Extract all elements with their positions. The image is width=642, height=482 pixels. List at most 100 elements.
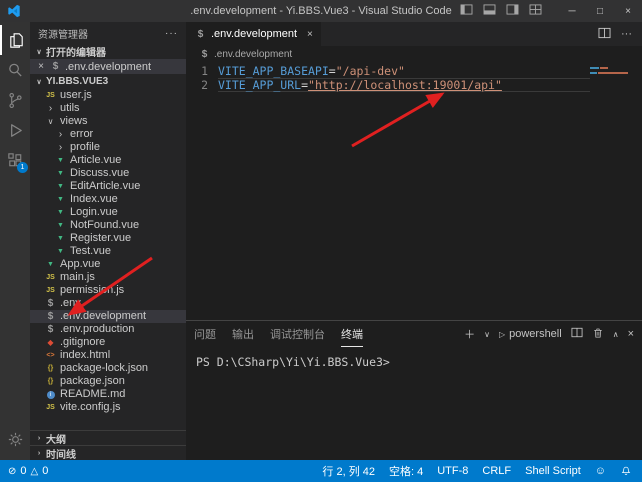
activity-extensions-button[interactable]: 1: [0, 145, 30, 175]
close-tab-icon[interactable]: ×: [307, 29, 313, 40]
language-mode[interactable]: Shell Script: [525, 465, 581, 477]
html-icon: [44, 349, 57, 362]
indentation[interactable]: 空格: 4: [389, 463, 423, 479]
toggle-panel-icon[interactable]: [483, 4, 496, 18]
folder-open-icon: [44, 115, 57, 128]
tree-item[interactable]: Test.vue: [30, 245, 186, 258]
json-icon: [44, 362, 57, 375]
feedback-smiley-icon[interactable]: ☺: [595, 465, 606, 477]
tree-item[interactable]: App.vue: [30, 258, 186, 271]
vue-icon: [44, 258, 57, 271]
js-icon: [44, 284, 57, 297]
toggle-secondary-sidebar-icon[interactable]: [506, 4, 519, 18]
open-editors-header[interactable]: ∨ 打开的编辑器: [30, 44, 186, 59]
tree-item[interactable]: permission.js: [30, 284, 186, 297]
vscode-window: .env.development - Yi.BBS.Vue3 - Visual …: [0, 0, 642, 482]
tree-item[interactable]: views: [30, 115, 186, 128]
tree-item[interactable]: user.js: [30, 89, 186, 102]
editor-area: .env.development × ··· .env.development …: [186, 22, 642, 460]
errors-count[interactable]: 0: [20, 465, 26, 477]
timeline-section[interactable]: › 时间线: [30, 445, 186, 460]
panel-tab[interactable]: 调试控制台: [270, 321, 325, 347]
tree-item[interactable]: package-lock.json: [30, 362, 186, 375]
open-editor-item[interactable]: × .env.development: [30, 59, 186, 74]
encoding[interactable]: UTF-8: [437, 465, 468, 477]
shell-icon: [44, 310, 57, 323]
tree-item[interactable]: .gitignore: [30, 336, 186, 349]
window-title: .env.development - Yi.BBS.Vue3 - Visual …: [190, 5, 452, 17]
warnings-count[interactable]: 0: [42, 465, 48, 477]
extensions-badge: 1: [17, 162, 28, 173]
tree-item[interactable]: utils: [30, 102, 186, 115]
tree-item[interactable]: index.html: [30, 349, 186, 362]
terminal-profile-picker[interactable]: ▷ powershell: [499, 328, 562, 340]
tree-item[interactable]: Discuss.vue: [30, 167, 186, 180]
close-icon[interactable]: ×: [36, 61, 46, 72]
split-terminal-icon[interactable]: [571, 327, 583, 341]
activity-run-debug-button[interactable]: [0, 115, 30, 145]
tree-item[interactable]: EditArticle.vue: [30, 180, 186, 193]
terminal-dropdown-icon[interactable]: ∨: [484, 330, 490, 339]
md-icon: [44, 388, 57, 401]
panel-tab[interactable]: 终端: [341, 321, 363, 347]
outline-section[interactable]: › 大纲: [30, 430, 186, 445]
minimize-button[interactable]: ─: [558, 0, 586, 22]
tree-item[interactable]: Register.vue: [30, 232, 186, 245]
activity-search-button[interactable]: [0, 55, 30, 85]
vue-icon: [54, 206, 67, 219]
tree-item[interactable]: Login.vue: [30, 206, 186, 219]
errors-icon[interactable]: ⊘: [8, 466, 16, 477]
tree-item[interactable]: error: [30, 128, 186, 141]
close-panel-icon[interactable]: ×: [628, 328, 634, 340]
minimap[interactable]: [590, 67, 636, 77]
sidebar-more-actions-icon[interactable]: ···: [165, 28, 178, 39]
shell-icon: [198, 48, 211, 61]
maximize-panel-icon[interactable]: ∧: [613, 330, 619, 339]
tree-item[interactable]: Article.vue: [30, 154, 186, 167]
vue-icon: [54, 154, 67, 167]
close-window-button[interactable]: ×: [614, 0, 642, 22]
tree-item[interactable]: README.md: [30, 388, 186, 401]
kill-terminal-icon[interactable]: [592, 327, 604, 342]
settings-gear-icon[interactable]: [0, 424, 30, 454]
cursor-position[interactable]: 行 2, 列 42: [322, 463, 375, 479]
activity-explorer-button[interactable]: [0, 25, 30, 55]
project-root-header[interactable]: ∨ YI.BBS.VUE3: [30, 74, 186, 89]
warnings-icon[interactable]: △: [31, 466, 39, 477]
activity-source-control-button[interactable]: [0, 85, 30, 115]
panel-tab[interactable]: 输出: [232, 321, 254, 347]
panel-tab[interactable]: 问题: [194, 321, 216, 347]
git-icon: [44, 336, 57, 349]
shell-icon: [44, 297, 57, 310]
toggle-sidebar-icon[interactable]: [460, 4, 473, 18]
tree-item[interactable]: package.json: [30, 375, 186, 388]
tree-item[interactable]: .env: [30, 297, 186, 310]
vue-icon: [54, 167, 67, 180]
tree-item[interactable]: profile: [30, 141, 186, 154]
tree-item[interactable]: .env.production: [30, 323, 186, 336]
maximize-button[interactable]: □: [586, 0, 614, 22]
code-line[interactable]: 1 VITE_APP_BASEAPI="/api-dev": [186, 64, 642, 78]
customize-layout-icon[interactable]: [529, 4, 542, 18]
code-line[interactable]: 2 VITE_APP_URL="http://localhost:19001/a…: [186, 78, 642, 92]
editor-more-actions-icon[interactable]: ···: [621, 28, 632, 40]
chevron-right-icon: ›: [34, 435, 44, 442]
new-terminal-icon[interactable]: ＋: [464, 326, 475, 342]
editor-tab[interactable]: .env.development ×: [186, 22, 322, 46]
js-icon: [44, 271, 57, 284]
status-bar: ⊘ 0 △ 0 行 2, 列 42 空格: 4 UTF-8 CRLF Shell…: [0, 460, 642, 482]
notifications-bell-icon[interactable]: [620, 464, 632, 479]
tree-item[interactable]: .env.development: [30, 310, 186, 323]
tree-item[interactable]: NotFound.vue: [30, 219, 186, 232]
split-editor-icon[interactable]: [598, 27, 611, 42]
terminal-output[interactable]: PS D:\CSharp\Yi\Yi.BBS.Vue3>: [186, 347, 642, 460]
tree-item[interactable]: main.js: [30, 271, 186, 284]
breadcrumb[interactable]: .env.development: [186, 46, 642, 62]
code-editor[interactable]: 1 VITE_APP_BASEAPI="/api-dev" 2 VITE_APP…: [186, 62, 642, 320]
shell-icon: [44, 323, 57, 336]
vue-icon: [54, 232, 67, 245]
eol-sequence[interactable]: CRLF: [482, 465, 511, 477]
chevron-down-icon: ∨: [34, 78, 44, 86]
tree-item[interactable]: vite.config.js: [30, 401, 186, 414]
tree-item[interactable]: Index.vue: [30, 193, 186, 206]
